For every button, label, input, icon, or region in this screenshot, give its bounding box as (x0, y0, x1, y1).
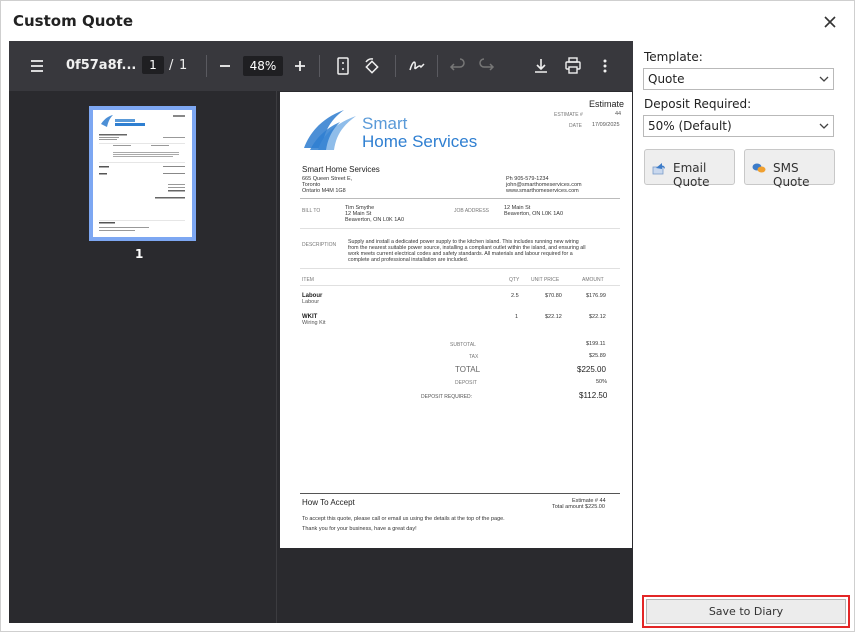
estimate-number: 44 (615, 111, 622, 117)
pdf-viewer: 0f57a8f... 1 / 1 48% 1 Smart Home Servic… (9, 41, 633, 623)
subtotal-label: SUBTOTAL (450, 342, 476, 348)
description-line-4: complete and professional installation a… (348, 257, 469, 263)
template-selected-value: Quote (648, 72, 685, 86)
redo-icon[interactable] (475, 55, 497, 77)
page-thumbnail[interactable] (89, 106, 196, 241)
company-name: Smart Home Services (302, 165, 380, 174)
logo-text-smart: Smart (362, 114, 408, 133)
column-amount: AMOUNT (582, 277, 604, 283)
bill-to-label: BILL TO (302, 208, 321, 214)
page-total: 1 (179, 58, 188, 73)
divider (300, 198, 620, 199)
viewer-toolbar: 0f57a8f... 1 / 1 48% (9, 41, 633, 91)
toolbar-divider (319, 55, 320, 77)
divider (300, 493, 620, 494)
template-label: Template: (644, 50, 703, 64)
toolbar-divider (206, 55, 207, 77)
item-2-amount: $22.12 (589, 314, 606, 320)
quote-page: Smart Home Services Estimate ESTIMATE # … (280, 92, 632, 548)
undo-icon[interactable] (447, 55, 469, 77)
divider (300, 268, 620, 269)
deposit-select[interactable]: 50% (Default) (643, 115, 834, 137)
page-number-input[interactable]: 1 (142, 56, 164, 74)
email-quote-button[interactable]: Email Quote (644, 149, 735, 189)
page-separator: / (169, 58, 174, 73)
document-area: Smart Home Services Estimate ESTIMATE # … (278, 91, 633, 623)
template-select[interactable]: Quote (643, 68, 834, 90)
item-2-qty: 1 (515, 314, 519, 320)
column-item: ITEM (302, 277, 314, 283)
divider (300, 285, 620, 286)
item-2-description: Wiring Kit (302, 320, 326, 326)
company-logo-icon (304, 110, 356, 150)
share-icon (652, 163, 665, 175)
chevron-down-icon (819, 76, 829, 82)
tax-label: TAX (469, 354, 479, 360)
item-1-amount: $176.99 (586, 293, 606, 299)
chat-bubbles-icon (752, 163, 766, 173)
item-1-qty: 2.5 (511, 293, 519, 299)
total-value: $225.00 (577, 365, 606, 374)
total-label: TOTAL (455, 365, 481, 374)
column-qty: QTY (509, 277, 520, 283)
job-address-2: Beaverton, ON L0K 1A0 (504, 211, 564, 217)
item-1-description: Labour (302, 299, 320, 305)
divider (300, 228, 620, 229)
how-to-accept-title: How To Accept (302, 498, 355, 507)
draw-signature-icon[interactable] (406, 55, 428, 77)
print-icon[interactable] (562, 55, 584, 77)
company-address-3: Ontario M4M 1G8 (302, 188, 346, 194)
company-website: www.smarthomeservices.com (506, 188, 579, 194)
thumbnail-page-number: 1 (135, 247, 144, 261)
deposit-required-label: Deposit Required: (644, 97, 752, 111)
sms-quote-button[interactable]: SMS Quote (744, 149, 835, 189)
estimate-number-label: ESTIMATE # (554, 112, 583, 118)
accept-instructions: To accept this quote, please call or ema… (302, 516, 505, 522)
thank-you-note: Thank you for your business, have a grea… (302, 526, 417, 532)
dialog-title: Custom Quote (13, 12, 134, 30)
deposit-percent: 50% (596, 379, 608, 385)
date-label: DATE (569, 123, 582, 129)
job-address-label: JOB ADDRESS (454, 208, 490, 214)
email-quote-label: Email Quote (673, 161, 710, 189)
column-unit-price: UNIT PRICE (531, 277, 560, 283)
toolbar-divider (437, 55, 438, 77)
sidebar-toggle-icon[interactable] (26, 55, 48, 77)
save-to-diary-highlight: Save to Diary (642, 595, 850, 628)
toolbar-divider (395, 55, 396, 77)
fit-page-icon[interactable] (332, 55, 354, 77)
thumbnail-preview (99, 115, 185, 231)
description-label: DESCRIPTION (302, 242, 337, 248)
custom-quote-dialog: Custom Quote 0f57a8f... 1 / 1 48% 1 Smar… (0, 0, 855, 632)
accept-total-amount: Total amount $225.00 (552, 504, 605, 510)
item-2-price: $22.12 (545, 314, 562, 320)
doc-type: Estimate (589, 99, 625, 109)
estimate-date: 17/09/2025 (592, 122, 620, 128)
bill-to-address-2: Beaverton, ON L0K 1A0 (345, 217, 405, 223)
subtotal-value: $199.11 (586, 341, 606, 347)
close-icon[interactable] (821, 13, 839, 31)
logo-text-home-services: Home Services (362, 132, 478, 151)
tax-value: $25.89 (589, 353, 606, 359)
more-options-icon[interactable] (594, 55, 616, 77)
zoom-in-icon[interactable] (289, 55, 311, 77)
deposit-required-label: DEPOSIT REQUIRED: (421, 394, 473, 400)
thumbnail-sidebar: 1 (9, 91, 277, 623)
chevron-down-icon (819, 123, 829, 129)
item-1-price: $70.80 (545, 293, 562, 299)
deposit-selected-value: 50% (Default) (648, 119, 732, 133)
deposit-label: DEPOSIT (455, 380, 477, 386)
file-name: 0f57a8f... (66, 58, 137, 73)
save-to-diary-button[interactable]: Save to Diary (646, 599, 846, 624)
sms-quote-label: SMS Quote (773, 161, 810, 189)
rotate-icon[interactable] (361, 55, 383, 77)
zoom-level[interactable]: 48% (243, 56, 283, 76)
zoom-out-icon[interactable] (214, 55, 236, 77)
download-icon[interactable] (530, 55, 552, 77)
deposit-required-value: $112.50 (579, 391, 608, 400)
